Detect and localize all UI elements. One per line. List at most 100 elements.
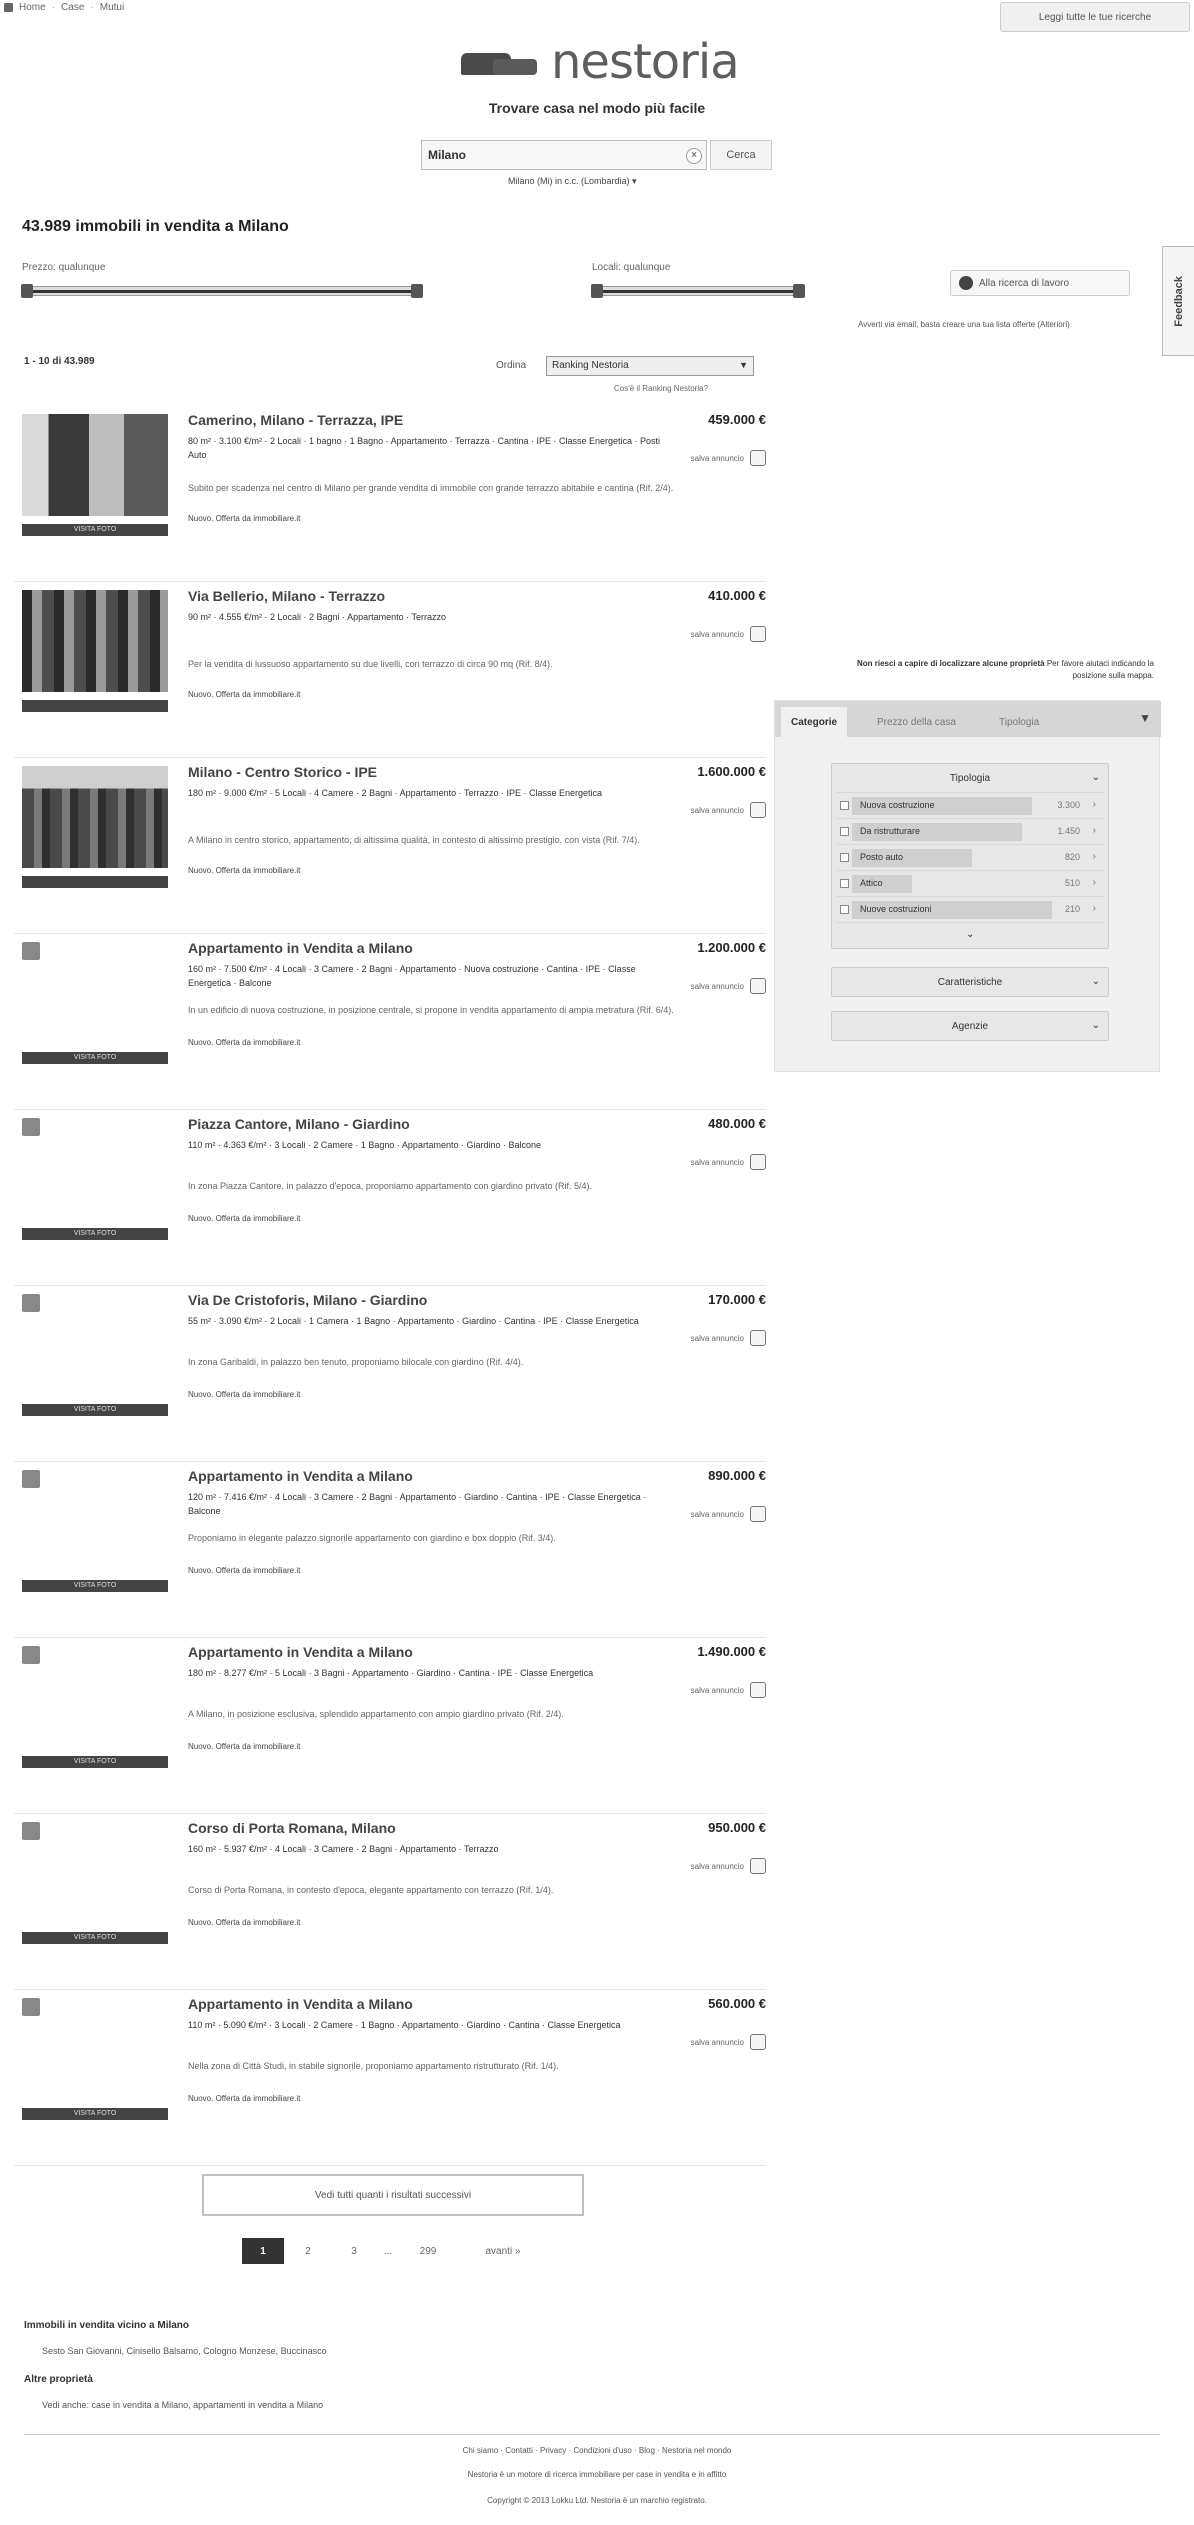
- save-listing[interactable]: salva annuncio: [691, 450, 766, 466]
- email-alert-button[interactable]: Alla ricerca di lavoro: [950, 270, 1130, 296]
- search-button[interactable]: Cerca: [710, 140, 772, 170]
- type-filter-row[interactable]: Nuova costruzione 3.300 ›: [836, 792, 1104, 818]
- listing-source[interactable]: Nuovo. Offerta da immobiliare.it: [188, 1390, 300, 1399]
- photo-badge[interactable]: VISITA FOTO: [22, 1756, 168, 1768]
- listing-title[interactable]: Appartamento in Vendita a Milano: [188, 1644, 413, 1660]
- ranking-info-link[interactable]: Cos'è il Ranking Nestoria?: [614, 384, 708, 393]
- listing-source[interactable]: Nuovo. Offerta da immobiliare.it: [188, 1566, 300, 1575]
- footer-links[interactable]: Chi siamo · Contatti · Privacy · Condizi…: [0, 2446, 1194, 2455]
- saved-searches-button[interactable]: Leggi tutte le tue ricerche: [1000, 2, 1190, 32]
- type-filter-head[interactable]: Tipologia ⌄: [832, 764, 1108, 792]
- nav-case[interactable]: Case: [61, 2, 84, 13]
- footer-nearby-links[interactable]: Sesto San Giovanni, Cinisello Balsamo, C…: [42, 2346, 327, 2356]
- location-selector[interactable]: Milano (Mi) in c.c. (Lombardia) ▾: [508, 176, 637, 187]
- home-icon[interactable]: [4, 3, 13, 12]
- photo-badge[interactable]: VISITA FOTO: [22, 1052, 168, 1064]
- listing-source[interactable]: Nuovo. Offerta da immobiliare.it: [188, 690, 300, 699]
- more-results-button[interactable]: Vedi tutti quanti i risultati successivi: [202, 2174, 584, 2216]
- tab-prezzo[interactable]: Prezzo della casa: [867, 707, 966, 737]
- photo-badge[interactable]: [22, 700, 168, 712]
- listing-title[interactable]: Camerino, Milano - Terrazza, IPE: [188, 412, 403, 428]
- listing-source[interactable]: Nuovo. Offerta da immobiliare.it: [188, 1214, 300, 1223]
- tab-tipologia[interactable]: Tipologia: [989, 707, 1049, 737]
- filter-checkbox[interactable]: [840, 853, 849, 862]
- listing-item[interactable]: VISITA FOTO Appartamento in Vendita a Mil…: [14, 934, 766, 1110]
- save-checkbox[interactable]: [750, 1330, 766, 1346]
- type-filter-more[interactable]: ⌄: [836, 922, 1104, 948]
- tab-categorie[interactable]: Categorie: [781, 707, 848, 737]
- photo-badge[interactable]: VISITA FOTO: [22, 1580, 168, 1592]
- listing-item[interactable]: VISITA FOTO Appartamento in Vendita a Mil…: [14, 1638, 766, 1814]
- save-listing[interactable]: salva annuncio: [691, 1154, 766, 1170]
- listing-item[interactable]: Milano - Centro Storico - IPE 1.600.000 …: [14, 758, 766, 934]
- filter-checkbox[interactable]: [840, 827, 849, 836]
- listing-source[interactable]: Nuovo. Offerta da immobiliare.it: [188, 514, 300, 523]
- listing-photo[interactable]: [22, 766, 168, 868]
- listing-title[interactable]: Corso di Porta Romana, Milano: [188, 1820, 396, 1836]
- listing-item[interactable]: Via Bellerio, Milano - Terrazzo 410.000 …: [14, 582, 766, 758]
- nav-home[interactable]: Home: [19, 2, 46, 13]
- rooms-min-handle[interactable]: [591, 284, 603, 298]
- photo-badge[interactable]: VISITA FOTO: [22, 1228, 168, 1240]
- save-checkbox[interactable]: [750, 978, 766, 994]
- type-filter-row[interactable]: Posto auto 820 ›: [836, 844, 1104, 870]
- filter-checkbox[interactable]: [840, 801, 849, 810]
- listing-title[interactable]: Via De Cristoforis, Milano - Giardino: [188, 1292, 427, 1308]
- sort-select[interactable]: Ranking Nestoria ▼: [546, 356, 754, 376]
- footer-other-links[interactable]: Vedi anche: case in vendita a Milano, ap…: [42, 2400, 323, 2410]
- save-checkbox[interactable]: [750, 450, 766, 466]
- save-checkbox[interactable]: [750, 1506, 766, 1522]
- listing-title[interactable]: Appartamento in Vendita a Milano: [188, 1996, 413, 2012]
- listing-source[interactable]: Nuovo. Offerta da immobiliare.it: [188, 1038, 300, 1047]
- photo-badge[interactable]: VISITA FOTO: [22, 1932, 168, 1944]
- listing-item[interactable]: VISITA FOTO Piazza Cantore, Milano - Giar…: [14, 1110, 766, 1286]
- save-listing[interactable]: salva annuncio: [691, 2034, 766, 2050]
- save-listing[interactable]: salva annuncio: [691, 1858, 766, 1874]
- search-input[interactable]: Milano ×: [421, 140, 707, 170]
- price-max-handle[interactable]: [411, 284, 423, 298]
- page-link[interactable]: avanti »: [468, 2238, 538, 2264]
- listing-item[interactable]: VISITA FOTO Appartamento in Vendita a Mil…: [14, 1990, 766, 2166]
- listing-photo[interactable]: [22, 414, 168, 516]
- listing-title[interactable]: Piazza Cantore, Milano - Giardino: [188, 1116, 410, 1132]
- save-checkbox[interactable]: [750, 802, 766, 818]
- listing-item[interactable]: VISITA FOTO Corso di Porta Romana, Milano…: [14, 1814, 766, 1990]
- chevron-down-icon[interactable]: ▼: [1139, 711, 1151, 725]
- listing-item[interactable]: VISITA FOTO Camerino, Milano - Terrazza, …: [14, 406, 766, 582]
- filter-checkbox[interactable]: [840, 905, 849, 914]
- save-listing[interactable]: salva annuncio: [691, 1506, 766, 1522]
- nav-mutui[interactable]: Mutui: [100, 2, 124, 13]
- filter-checkbox[interactable]: [840, 879, 849, 888]
- map-help-text[interactable]: Per favore aiutaci indicando la posizion…: [1047, 659, 1154, 680]
- type-filter-row[interactable]: Attico 510 ›: [836, 870, 1104, 896]
- photo-badge[interactable]: VISITA FOTO: [22, 524, 168, 536]
- listing-source[interactable]: Nuovo. Offerta da immobiliare.it: [188, 1918, 300, 1927]
- save-listing[interactable]: salva annuncio: [691, 1330, 766, 1346]
- photo-badge[interactable]: VISITA FOTO: [22, 2108, 168, 2120]
- listing-title[interactable]: Milano - Centro Storico - IPE: [188, 764, 377, 780]
- type-filter-row[interactable]: Nuove costruzioni 210 ›: [836, 896, 1104, 922]
- save-checkbox[interactable]: [750, 1858, 766, 1874]
- rooms-max-handle[interactable]: [793, 284, 805, 298]
- nestoria-logo[interactable]: nestoria: [455, 34, 740, 90]
- listing-title[interactable]: Appartamento in Vendita a Milano: [188, 1468, 413, 1484]
- feedback-tab[interactable]: Feedback: [1162, 246, 1194, 356]
- save-checkbox[interactable]: [750, 626, 766, 642]
- save-checkbox[interactable]: [750, 1682, 766, 1698]
- listing-source[interactable]: Nuovo. Offerta da immobiliare.it: [188, 1742, 300, 1751]
- type-filter-row[interactable]: Da ristrutturare 1.450 ›: [836, 818, 1104, 844]
- listing-title[interactable]: Via Bellerio, Milano - Terrazzo: [188, 588, 385, 604]
- listing-photo[interactable]: [22, 590, 168, 692]
- listing-item[interactable]: VISITA FOTO Via De Cristoforis, Milano - …: [14, 1286, 766, 1462]
- save-listing[interactable]: salva annuncio: [691, 978, 766, 994]
- listing-source[interactable]: Nuovo. Offerta da immobiliare.it: [188, 866, 300, 875]
- features-filter-head[interactable]: Caratteristiche ⌄: [832, 968, 1108, 996]
- page-link[interactable]: 2: [290, 2238, 326, 2264]
- save-listing[interactable]: salva annuncio: [691, 626, 766, 642]
- clear-search-icon[interactable]: ×: [686, 148, 702, 164]
- photo-badge[interactable]: [22, 876, 168, 888]
- save-listing[interactable]: salva annuncio: [691, 1682, 766, 1698]
- save-listing[interactable]: salva annuncio: [691, 802, 766, 818]
- price-min-handle[interactable]: [21, 284, 33, 298]
- page-current[interactable]: 1: [242, 2238, 284, 2264]
